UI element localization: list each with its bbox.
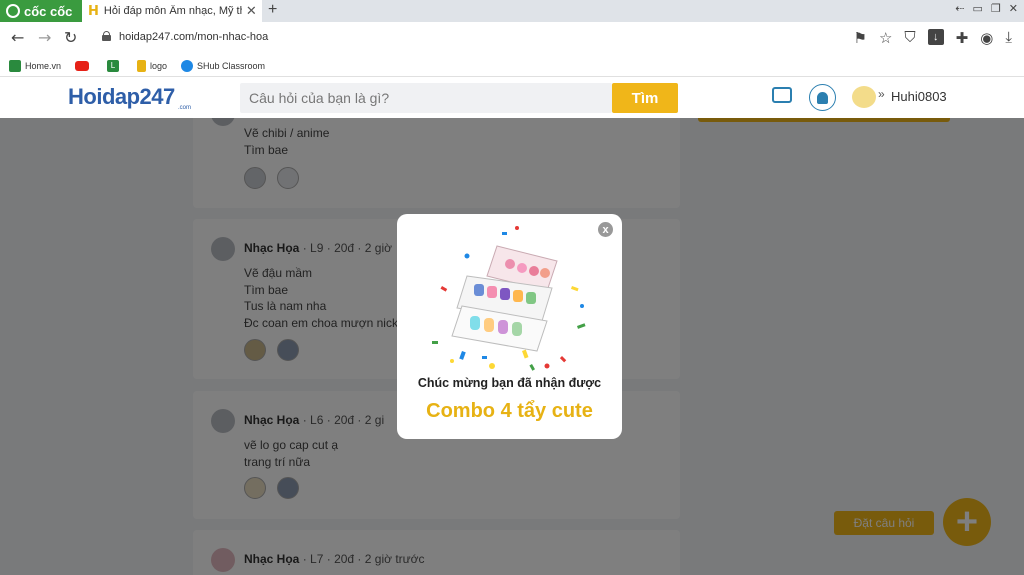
bookmarks-bar: Home.vn L logo SHub Classroom (0, 55, 1024, 77)
close-icon[interactable]: x (598, 222, 613, 237)
lock-icon (102, 31, 111, 41)
bookmark-homevn[interactable]: Home.vn (9, 59, 62, 72)
coccoc-logo-icon (6, 4, 20, 18)
modal-title: Chúc mừng bạn đã nhận được (417, 376, 602, 390)
bookmark-label: logo (150, 60, 168, 71)
bookmark-l[interactable]: L (107, 59, 123, 72)
browser-tab-bar: cốc cốc H Hỏi đáp môn Âm nhạc, Mỹ th ✕ +… (0, 0, 1024, 22)
notification-button[interactable] (809, 84, 836, 111)
youtube-icon (75, 60, 90, 71)
forward-arrow-icon[interactable]: → (38, 28, 51, 47)
chevron-down-icon[interactable]: » (878, 87, 885, 101)
browser-tab-active[interactable]: H Hỏi đáp môn Âm nhạc, Mỹ th ✕ (82, 0, 262, 22)
translate-icon[interactable]: ⚑ (854, 29, 867, 47)
profile-icon[interactable]: ◉ (980, 29, 993, 47)
reward-modal: x Chúc mừng bạn đã nhận được Combo 4 tẩy… (397, 214, 622, 439)
hoidap-bookmark-icon (137, 59, 147, 72)
chat-icon[interactable] (772, 87, 792, 103)
shield-icon[interactable]: ⛉ (904, 29, 915, 47)
search-input[interactable]: Câu hỏi của bạn là gì? (240, 83, 612, 113)
tab-title: Hỏi đáp môn Âm nhạc, Mỹ th (103, 5, 242, 17)
minimize-icon[interactable]: ▭ (973, 2, 983, 15)
prize-name: Combo 4 tẩy cute (426, 400, 593, 422)
search-button[interactable]: Tìm (612, 83, 678, 113)
back-arrow-icon[interactable]: ← (11, 28, 24, 47)
site-logo[interactable]: Hoidap247 (68, 84, 175, 110)
homevn-icon (9, 59, 21, 72)
logo-text: Hoidap247 (68, 84, 175, 109)
extensions-icon[interactable]: ✚ (956, 29, 969, 47)
restore-icon[interactable]: ❐ (991, 2, 1001, 15)
tab-close-icon[interactable]: ✕ (246, 3, 257, 19)
bookmark-shub[interactable]: SHub Classroom (181, 59, 266, 72)
username[interactable]: Huhi0803 (891, 89, 947, 104)
hoidap-favicon-icon: H (88, 3, 99, 19)
coccoc-menu-button[interactable]: cốc cốc (0, 0, 82, 22)
logo-subtext: .com (178, 105, 192, 111)
close-window-icon[interactable]: ✕ (1009, 2, 1018, 15)
user-avatar[interactable] (852, 86, 876, 108)
bookmark-label: Home.vn (25, 60, 62, 71)
bookmark-label: SHub Classroom (197, 60, 266, 71)
window-controls: ⇠ ▭ ❐ ✕ (955, 2, 1018, 15)
reload-icon[interactable]: ↻ (64, 28, 77, 47)
bookmark-l-icon: L (107, 59, 120, 72)
browser-brand-label: cốc cốc (24, 3, 73, 19)
bookmark-youtube[interactable] (75, 60, 93, 71)
url-field[interactable]: hoidap247.com/mon-nhac-hoa (119, 31, 268, 43)
bell-icon (817, 91, 828, 104)
download-icon[interactable]: ⤓ (1005, 29, 1012, 47)
address-bar-actions: ⚑ ☆ ⛉ ↓ ✚ ◉ ⤓ (854, 29, 1012, 47)
bookmark-logo[interactable]: logo (137, 59, 168, 72)
back-history-icon[interactable]: ⇠ (955, 2, 964, 15)
download-manager-icon[interactable]: ↓ (927, 29, 944, 45)
site-header: Hoidap247 .com Câu hỏi của bạn là gì? Tì… (0, 78, 1024, 118)
new-tab-icon[interactable]: + (268, 1, 277, 19)
address-bar: ← → ↻ hoidap247.com/mon-nhac-hoa ⚑ ☆ ⛉ ↓… (0, 22, 1024, 55)
eraser-gift-illustration (432, 226, 586, 371)
shub-icon (181, 59, 194, 72)
star-icon[interactable]: ☆ (879, 29, 892, 47)
